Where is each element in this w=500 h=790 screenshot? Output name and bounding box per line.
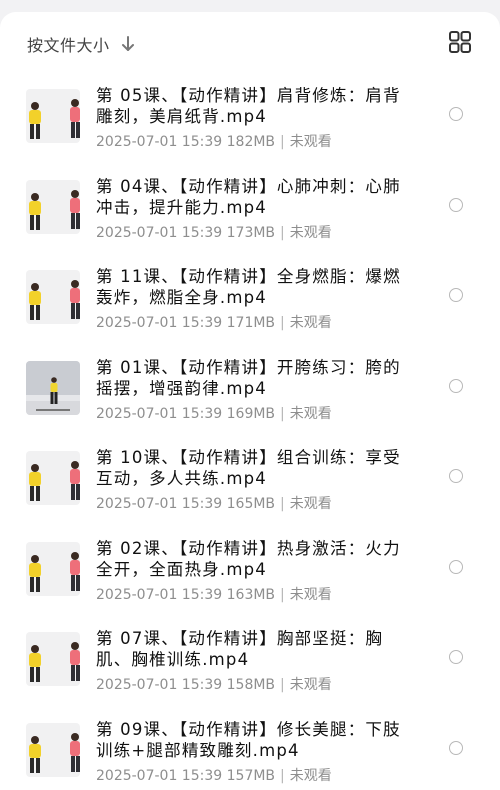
watch-status: 未观看: [289, 224, 332, 241]
file-list-sheet: 按文件大小 第 05课、【动作精讲】肩背修炼：肩背雕刻，美肩纸背.mp4 2025…: [0, 12, 500, 790]
video-thumbnail[interactable]: [26, 722, 80, 777]
meta-separator: |: [280, 496, 285, 512]
file-title: 第 07课、【动作精讲】胸部坚挺：胸肌、胸椎训练.mp4: [96, 629, 384, 669]
file-size: 169MB: [226, 405, 276, 422]
file-date: 2025-07-01 15:39: [96, 496, 223, 512]
file-size: 173MB: [226, 224, 276, 241]
sort-by-size-button[interactable]: 按文件大小: [27, 32, 136, 56]
file-size: 158MB: [226, 677, 276, 693]
video-thumbnail[interactable]: [26, 541, 80, 596]
file-row[interactable]: 第 11课、【动作精讲】全身燃脂：爆燃轰炸，燃脂全身.mp4 2025-07-01…: [0, 256, 500, 346]
file-meta: 2025-07-01 15:39 163MB | 未观看: [96, 584, 332, 604]
file-title: 第 10课、【动作精讲】组合训练：享受互动，多人共练.mp4: [96, 448, 401, 488]
meta-separator: |: [280, 677, 285, 693]
select-radio[interactable]: [449, 650, 463, 664]
file-meta: 2025-07-01 15:39 173MB | 未观看: [96, 222, 332, 242]
file-title: 第 11课、【动作精讲】全身燃脂：爆燃轰炸，燃脂全身.mp4: [96, 267, 401, 307]
meta-separator: |: [280, 586, 285, 603]
file-meta: 2025-07-01 15:39 182MB | 未观看: [96, 131, 332, 151]
file-title: 第 01课、【动作精讲】开胯练习：胯的摇摆，增强韵律.mp4: [96, 357, 401, 398]
video-thumbnail[interactable]: [26, 632, 80, 686]
file-meta: 2025-07-01 15:39 157MB | 未观看: [96, 765, 332, 785]
watch-status: 未观看: [289, 677, 332, 693]
file-date: 2025-07-01 15:39: [96, 677, 223, 693]
video-thumbnail[interactable]: [26, 451, 80, 505]
video-thumbnail[interactable]: [26, 89, 80, 143]
file-row[interactable]: 第 04课、【动作精讲】心肺冲刺：心肺冲击，提升能力.mp4 2025-07-01…: [0, 166, 500, 256]
watch-status: 未观看: [289, 496, 332, 512]
arrow-down-icon: [121, 36, 134, 51]
file-size: 171MB: [226, 315, 276, 331]
select-radio[interactable]: [449, 559, 463, 574]
watch-status: 未观看: [289, 134, 332, 150]
file-row[interactable]: 第 09课、【动作精讲】修长美腿：下肢训练+腿部精致雕刻.mp4 2025-07-…: [0, 709, 500, 790]
file-title: 第 05课、【动作精讲】肩背修炼：肩背雕刻，美肩纸背.mp4: [96, 86, 401, 126]
meta-separator: |: [280, 767, 285, 784]
video-thumbnail[interactable]: [26, 270, 80, 324]
file-row[interactable]: 第 07课、【动作精讲】胸部坚挺：胸肌、胸椎训练.mp4 2025-07-01 1…: [0, 618, 500, 708]
watch-status: 未观看: [289, 767, 332, 784]
meta-separator: |: [280, 134, 285, 150]
sort-label: 按文件大小: [27, 36, 110, 55]
file-size: 182MB: [226, 134, 276, 150]
file-meta: 2025-07-01 15:39 165MB | 未观看: [96, 493, 332, 513]
select-radio[interactable]: [449, 107, 463, 121]
select-radio[interactable]: [449, 288, 463, 302]
select-radio[interactable]: [449, 378, 463, 393]
file-size: 165MB: [226, 496, 276, 512]
meta-separator: |: [280, 405, 285, 422]
file-size: 157MB: [226, 767, 276, 784]
file-row[interactable]: 第 05课、【动作精讲】肩背修炼：肩背雕刻，美肩纸背.mp4 2025-07-01…: [0, 75, 500, 165]
file-title: 第 02课、【动作精讲】热身激活：火力全开，全面热身.mp4: [96, 538, 401, 579]
list-header: 按文件大小: [0, 12, 500, 74]
file-title: 第 04课、【动作精讲】心肺冲刺：心肺冲击，提升能力.mp4: [96, 176, 401, 217]
select-radio[interactable]: [449, 469, 463, 483]
video-thumbnail[interactable]: [26, 179, 80, 234]
watch-status: 未观看: [289, 586, 332, 603]
meta-separator: |: [280, 315, 285, 331]
file-meta: 2025-07-01 15:39 171MB | 未观看: [96, 312, 332, 332]
file-date: 2025-07-01 15:39: [96, 134, 223, 150]
watch-status: 未观看: [289, 315, 332, 331]
file-date: 2025-07-01 15:39: [96, 767, 223, 784]
file-size: 163MB: [226, 586, 276, 603]
meta-separator: |: [280, 224, 285, 241]
watch-status: 未观看: [289, 405, 332, 422]
file-meta: 2025-07-01 15:39 169MB | 未观看: [96, 403, 332, 423]
file-date: 2025-07-01 15:39: [96, 224, 223, 241]
grid-view-icon[interactable]: [448, 30, 472, 54]
file-row[interactable]: 第 10课、【动作精讲】组合训练：享受互动，多人共练.mp4 2025-07-01…: [0, 437, 500, 527]
file-title: 第 09课、【动作精讲】修长美腿：下肢训练+腿部精致雕刻.mp4: [96, 719, 401, 760]
file-date: 2025-07-01 15:39: [96, 586, 223, 603]
file-meta: 2025-07-01 15:39 158MB | 未观看: [96, 674, 332, 694]
file-date: 2025-07-01 15:39: [96, 315, 223, 331]
video-thumbnail[interactable]: [26, 360, 80, 415]
file-date: 2025-07-01 15:39: [96, 405, 223, 422]
select-radio[interactable]: [449, 197, 463, 212]
file-row[interactable]: 第 01课、【动作精讲】开胯练习：胯的摇摆，增强韵律.mp4 2025-07-01…: [0, 347, 500, 437]
select-radio[interactable]: [449, 740, 463, 755]
file-row[interactable]: 第 02课、【动作精讲】热身激活：火力全开，全面热身.mp4 2025-07-01…: [0, 528, 500, 618]
